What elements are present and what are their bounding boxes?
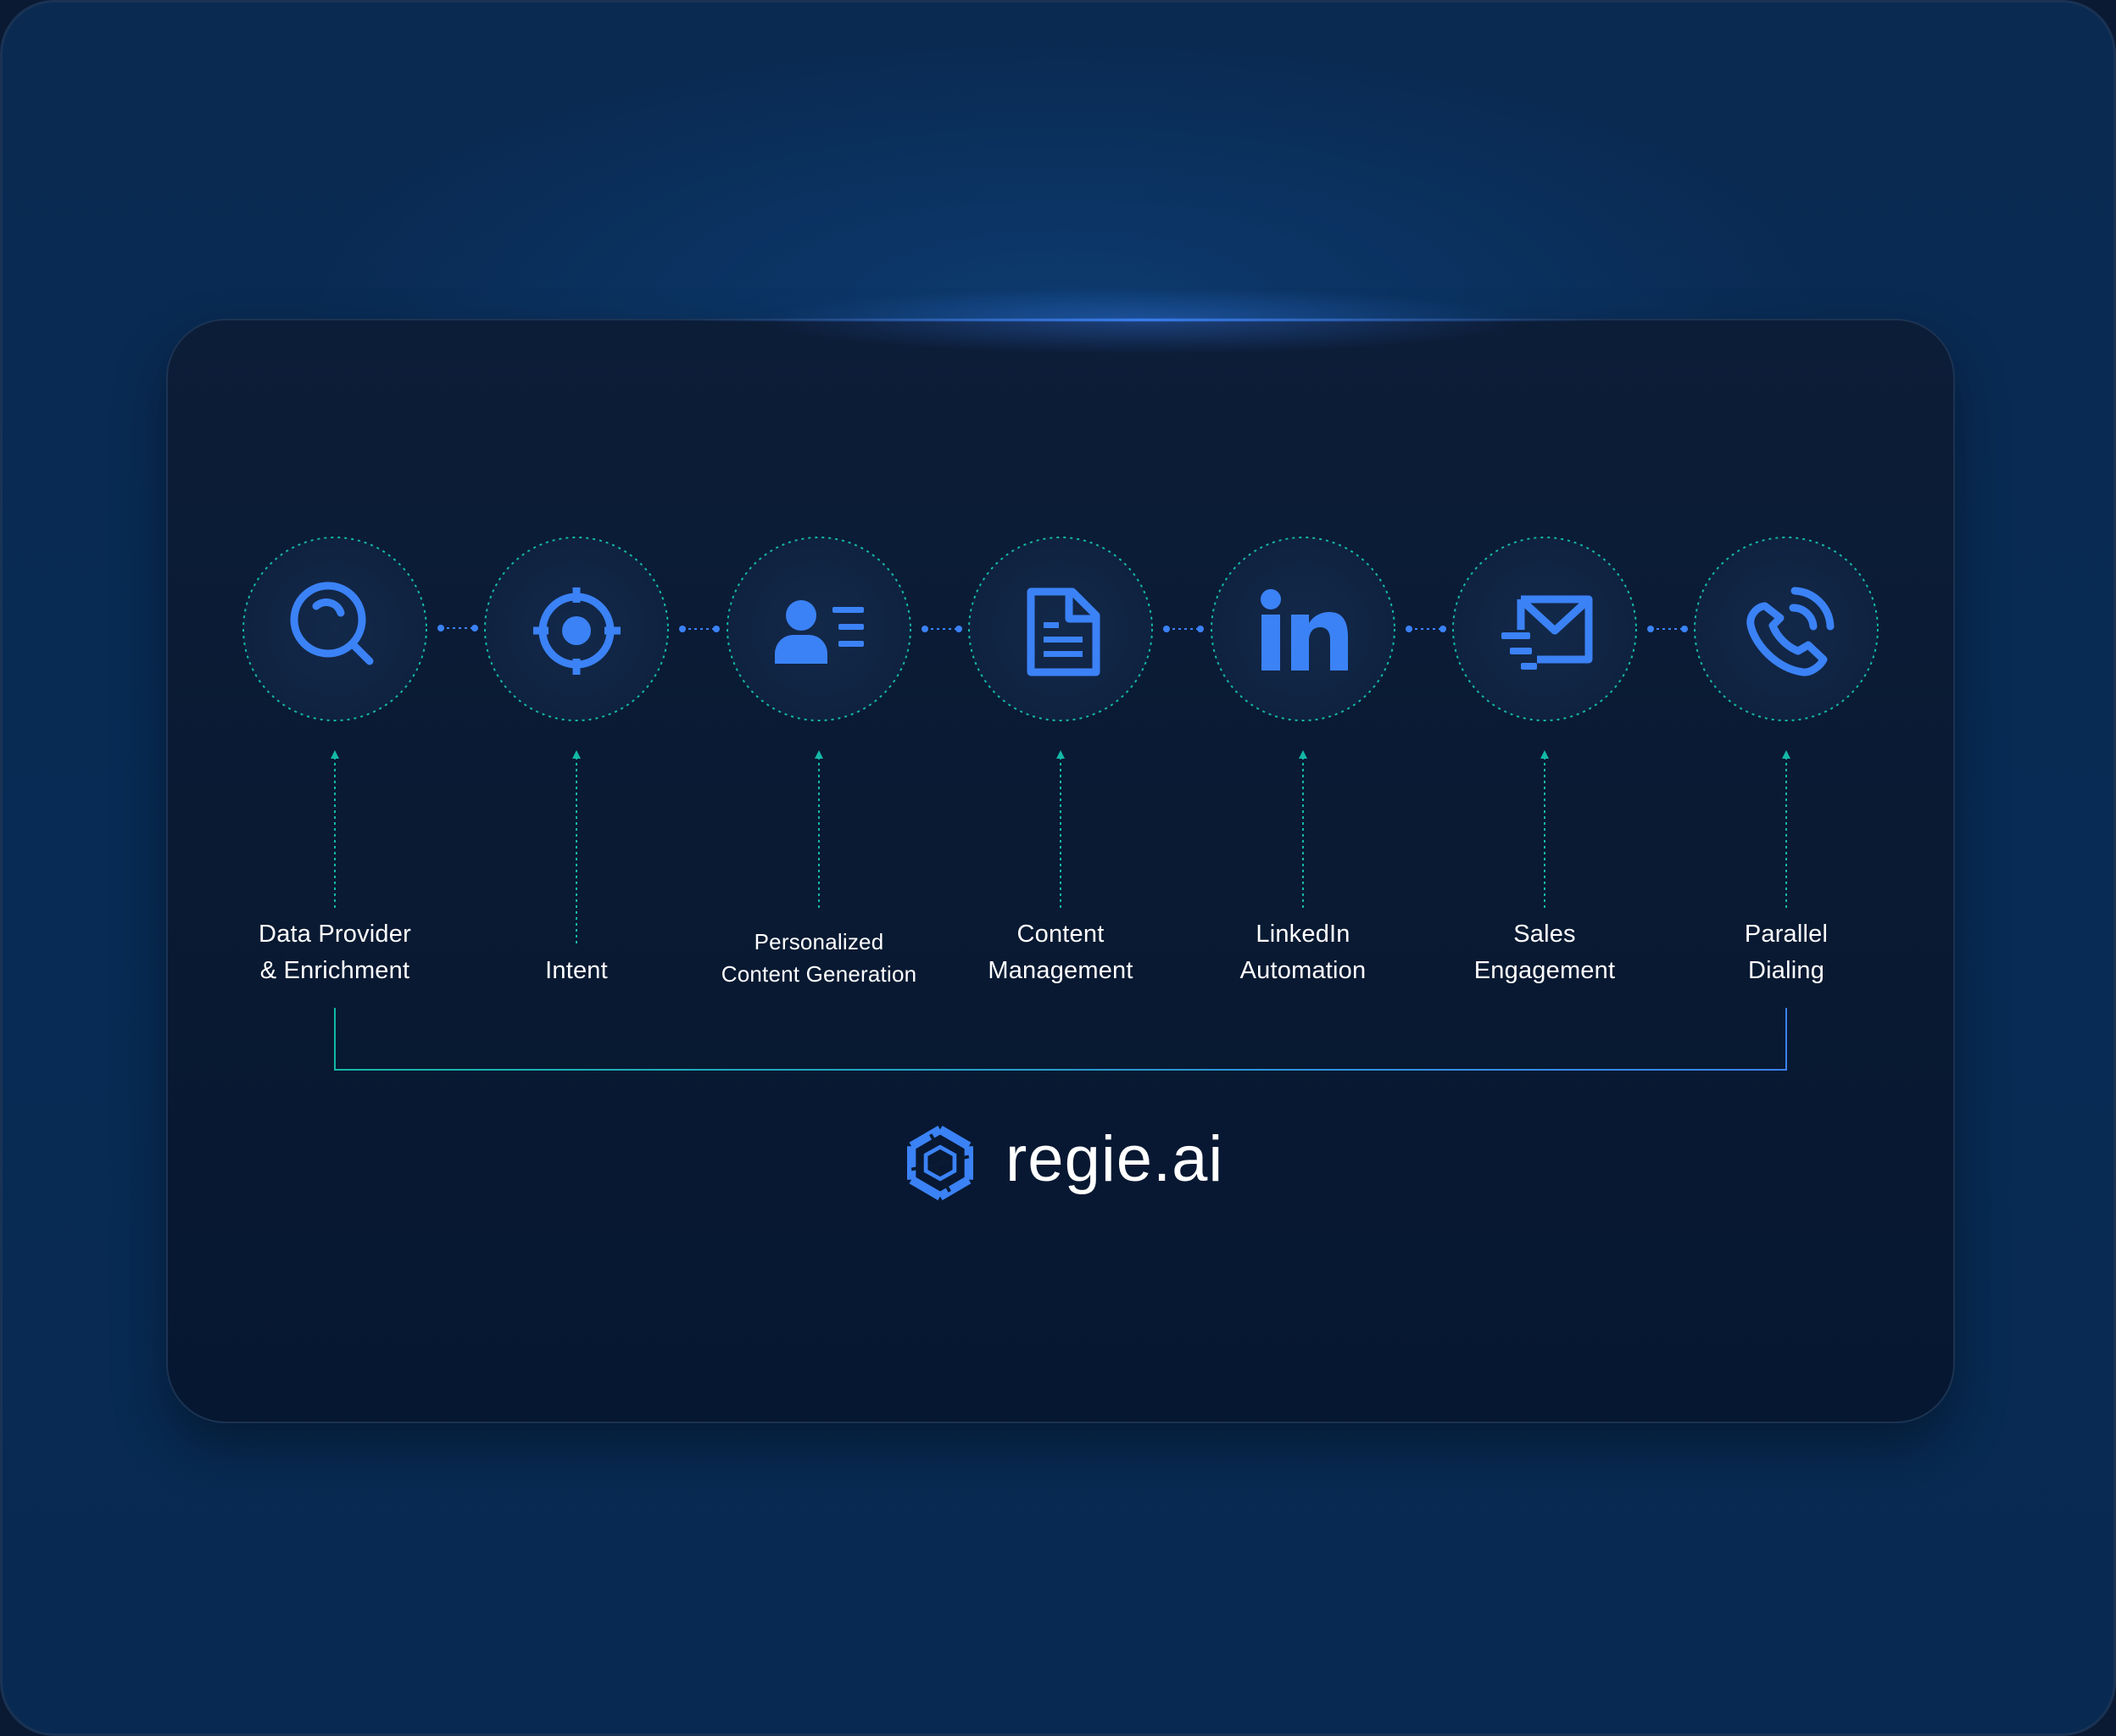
step-label-line2: Management: [988, 957, 1133, 984]
page-frame: Data Provider & Enrichment Intent Person…: [0, 0, 2116, 1736]
node-circle-3: [727, 537, 911, 721]
connector-2-3: [679, 626, 720, 632]
step-label-line2: Engagement: [1473, 957, 1616, 984]
step-label-line2: Dialing: [1747, 957, 1825, 984]
connector-1-2: [437, 625, 478, 632]
node-circles: [242, 537, 1879, 721]
step-label-sales-engagement: Sales Engagement: [1417, 916, 1672, 989]
node-circle-1: [242, 537, 427, 721]
step-label-line2: & Enrichment: [259, 957, 410, 984]
connector-4-5: [1163, 626, 1204, 632]
brand-name: regie.ai: [1005, 1123, 1224, 1195]
step-label-line2: Automation: [1239, 957, 1367, 984]
node-circle-4: [968, 537, 1153, 721]
bracket-line: [334, 1008, 1787, 1071]
connector-6-7: [1647, 626, 1688, 632]
connector-3-4: [922, 626, 962, 632]
step-label-content-management: Content Management: [933, 916, 1188, 989]
connector-5-6: [1406, 626, 1446, 632]
step-label-parallel-dialing: Parallel Dialing: [1659, 916, 1913, 989]
node-circle-7: [1694, 537, 1879, 721]
workflow-diagram: [242, 537, 1879, 1071]
step-label-line1: Personalized: [754, 929, 884, 954]
step-label-linkedin-automation: LinkedIn Automation: [1176, 916, 1430, 989]
step-label-line2: Content Generation: [721, 961, 917, 987]
arrow-heads: [331, 750, 1790, 759]
step-label-line1: Sales: [1513, 921, 1576, 948]
step-label-line1: LinkedIn: [1256, 921, 1350, 948]
step-label-line1: Content: [1016, 921, 1105, 948]
brand-logo: regie.ai: [900, 1123, 1223, 1203]
node-circle-6: [1452, 537, 1637, 721]
regie-hexagon-logo-icon: [906, 1126, 974, 1200]
step-label-line1: Data Provider: [259, 921, 411, 948]
step-label-line1: Parallel: [1744, 921, 1829, 948]
step-label-data-provider: Data Provider & Enrichment: [208, 916, 462, 989]
step-label-personalized-content: Personalized Content Generation: [692, 926, 946, 990]
step-label-intent: Intent: [449, 953, 704, 989]
step-label-line2: Intent: [545, 957, 608, 984]
